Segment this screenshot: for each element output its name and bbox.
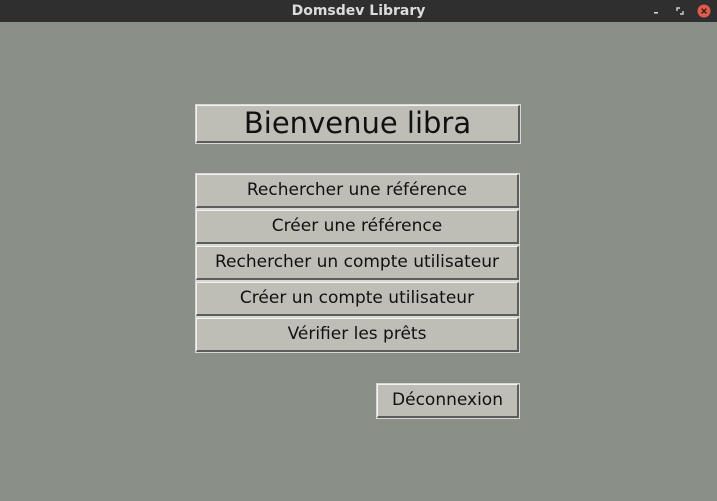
check-loans-button[interactable]: Vérifier les prêts (195, 317, 520, 353)
minimize-icon[interactable] (649, 4, 663, 18)
search-reference-button[interactable]: Rechercher une référence (195, 173, 520, 209)
create-reference-button[interactable]: Créer une référence (195, 209, 520, 245)
window-controls (649, 0, 711, 22)
create-user-account-button[interactable]: Créer un compte utilisateur (195, 281, 520, 317)
window-title: Domsdev Library (291, 3, 426, 19)
welcome-heading: Bienvenue libra (195, 104, 521, 144)
maximize-icon[interactable] (673, 4, 687, 18)
logout-button[interactable]: Déconnexion (376, 383, 520, 419)
close-icon[interactable] (697, 4, 711, 18)
search-user-account-button[interactable]: Rechercher un compte utilisateur (195, 245, 520, 281)
window-titlebar[interactable]: Domsdev Library (0, 0, 717, 22)
